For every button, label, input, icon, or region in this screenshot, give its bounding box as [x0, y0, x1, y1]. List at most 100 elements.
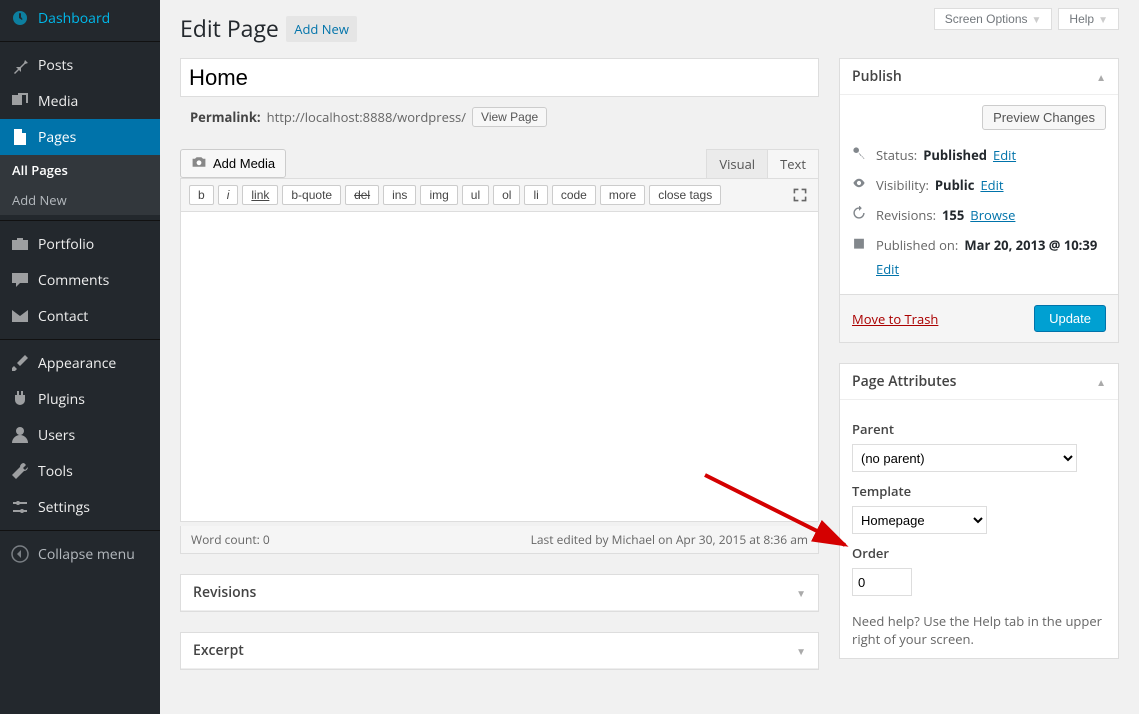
sidebar-item-dashboard[interactable]: Dashboard — [0, 0, 160, 36]
collapse-label: Collapse menu — [38, 545, 135, 564]
dashboard-icon — [10, 8, 30, 28]
permalink-url: http://localhost:8888/wordpress/ — [267, 108, 466, 126]
sidebar-item-posts[interactable]: Posts — [0, 47, 160, 83]
page-icon — [10, 127, 30, 147]
quicktags-toolbar: b i link b-quote del ins img ul ol li co… — [180, 178, 819, 212]
template-select[interactable]: Homepage — [852, 506, 987, 534]
edit-status-link[interactable]: Edit — [993, 146, 1016, 164]
sidebar-label: Media — [38, 92, 78, 111]
qt-code[interactable]: code — [552, 185, 596, 205]
top-actions: Screen Options▼ Help▼ — [934, 8, 1119, 30]
history-icon — [852, 206, 870, 224]
attributes-help-text: Need help? Use the Help tab in the upper… — [852, 612, 1106, 648]
qt-more[interactable]: more — [600, 185, 645, 205]
fullscreen-button[interactable] — [790, 185, 810, 205]
admin-sidebar: Dashboard Posts Media Pages All Pages Ad… — [0, 0, 160, 714]
editor-tabs: VisualText — [706, 149, 819, 178]
sidebar-label: Users — [38, 426, 75, 445]
calendar-icon — [852, 236, 870, 254]
qt-italic[interactable]: i — [218, 185, 239, 205]
move-to-trash-link[interactable]: Move to Trash — [852, 310, 938, 328]
qt-li[interactable]: li — [524, 185, 547, 205]
update-button[interactable]: Update — [1034, 305, 1106, 332]
sidebar-label: Settings — [38, 498, 90, 517]
sidebar-label: Dashboard — [38, 9, 110, 28]
qt-del[interactable]: del — [345, 185, 379, 205]
sliders-icon — [10, 497, 30, 517]
sidebar-item-media[interactable]: Media — [0, 83, 160, 119]
sidebar-item-tools[interactable]: Tools — [0, 453, 160, 489]
edit-date-link[interactable]: Edit — [876, 260, 1106, 278]
chevron-down-icon: ▼ — [1032, 15, 1042, 26]
sidebar-item-users[interactable]: Users — [0, 417, 160, 453]
pin-icon — [10, 55, 30, 75]
page-title: Edit Page — [180, 12, 279, 44]
collapse-menu-button[interactable]: Collapse menu — [0, 536, 160, 572]
sidebar-label: Pages — [38, 128, 76, 147]
submenu-all-pages[interactable]: All Pages — [0, 155, 160, 185]
qt-ins[interactable]: ins — [383, 185, 416, 205]
attributes-toggle[interactable]: Page Attributes ▲ — [840, 364, 1118, 400]
eye-icon — [852, 176, 870, 194]
revisions-toggle[interactable]: Revisions ▼ — [181, 575, 818, 611]
order-label: Order — [852, 544, 1106, 562]
chevron-up-icon: ▲ — [1096, 375, 1106, 389]
add-new-button[interactable]: Add New — [286, 16, 357, 42]
sidebar-label: Tools — [38, 462, 73, 481]
qt-bquote[interactable]: b-quote — [282, 185, 341, 205]
order-input[interactable] — [852, 568, 912, 596]
qt-ol[interactable]: ol — [493, 185, 520, 205]
chevron-down-icon: ▼ — [796, 586, 806, 600]
help-button[interactable]: Help▼ — [1058, 8, 1119, 30]
editor-status-bar: Word count: 0 Last edited by Michael on … — [180, 526, 819, 554]
sidebar-item-appearance[interactable]: Appearance — [0, 345, 160, 381]
portfolio-icon — [10, 234, 30, 254]
excerpt-toggle[interactable]: Excerpt ▼ — [181, 633, 818, 669]
user-icon — [10, 425, 30, 445]
sidebar-item-contact[interactable]: Contact — [0, 298, 160, 334]
excerpt-metabox: Excerpt ▼ — [180, 632, 819, 670]
submenu-add-new[interactable]: Add New — [0, 185, 160, 215]
sidebar-item-settings[interactable]: Settings — [0, 489, 160, 525]
key-icon — [852, 146, 870, 164]
word-count: Word count: 0 — [191, 531, 270, 548]
chevron-down-icon: ▼ — [796, 644, 806, 658]
tab-text[interactable]: Text — [768, 150, 818, 178]
sidebar-item-pages[interactable]: Pages — [0, 119, 160, 155]
post-title-input[interactable] — [180, 58, 819, 97]
qt-link[interactable]: link — [242, 185, 278, 205]
collapse-icon — [10, 544, 30, 564]
qt-ul[interactable]: ul — [462, 185, 489, 205]
edit-visibility-link[interactable]: Edit — [980, 176, 1003, 194]
qt-bold[interactable]: b — [189, 185, 214, 205]
sidebar-item-plugins[interactable]: Plugins — [0, 381, 160, 417]
permalink-row: Permalink: http://localhost:8888/wordpre… — [180, 97, 819, 139]
sidebar-submenu: All Pages Add New — [0, 155, 160, 215]
preview-button[interactable]: Preview Changes — [982, 105, 1106, 130]
qt-closetags[interactable]: close tags — [649, 185, 721, 205]
brush-icon — [10, 353, 30, 373]
media-icon — [10, 91, 30, 111]
main-content: Screen Options▼ Help▼ Edit Page Add New … — [160, 0, 1139, 714]
sidebar-label: Posts — [38, 56, 73, 75]
sidebar-item-comments[interactable]: Comments — [0, 262, 160, 298]
mail-icon — [10, 306, 30, 326]
sidebar-item-portfolio[interactable]: Portfolio — [0, 226, 160, 262]
publish-metabox: Publish ▲ Preview Changes Status: Publis… — [839, 58, 1119, 343]
add-media-button[interactable]: Add Media — [180, 149, 286, 178]
chevron-down-icon: ▼ — [1098, 15, 1108, 26]
qt-img[interactable]: img — [420, 185, 457, 205]
publish-toggle[interactable]: Publish ▲ — [840, 59, 1118, 95]
browse-revisions-link[interactable]: Browse — [970, 206, 1015, 224]
wrench-icon — [10, 461, 30, 481]
content-textarea[interactable] — [180, 212, 819, 522]
tab-visual[interactable]: Visual — [707, 150, 768, 178]
view-page-button[interactable]: View Page — [472, 107, 547, 127]
revisions-metabox: Revisions ▼ — [180, 574, 819, 612]
screen-options-button[interactable]: Screen Options▼ — [934, 8, 1053, 30]
sidebar-label: Portfolio — [38, 235, 94, 254]
page-attributes-metabox: Page Attributes ▲ Parent (no parent) Tem… — [839, 363, 1119, 659]
permalink-label: Permalink: — [190, 108, 261, 126]
last-edited: Last edited by Michael on Apr 30, 2015 a… — [531, 531, 808, 548]
parent-select[interactable]: (no parent) — [852, 444, 1077, 472]
